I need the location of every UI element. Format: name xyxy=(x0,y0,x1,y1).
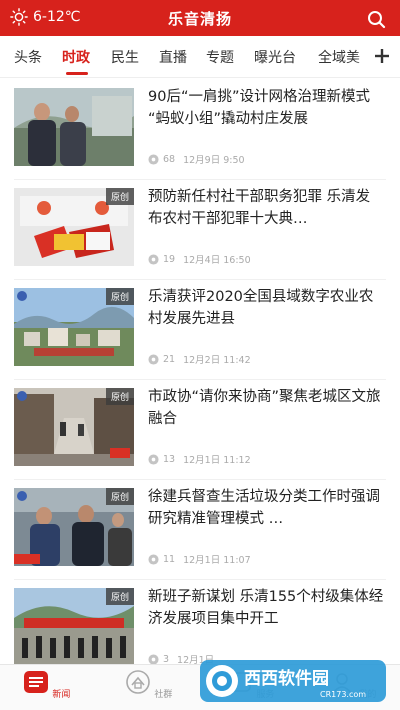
view-count: 19 xyxy=(163,253,176,265)
tab-topics[interactable]: 专题 xyxy=(206,47,234,67)
news-meta: 19 12月4日 16:50 xyxy=(148,252,251,266)
tab-live[interactable]: 直播 xyxy=(159,47,187,67)
news-thumbnail xyxy=(14,88,134,166)
news-item[interactable]: 原创 市政协“请你来协商”聚焦老城区文旅融合 13 12月1日 11:12 xyxy=(0,380,400,480)
news-thumbnail: 原创 xyxy=(14,288,134,366)
active-tab-indicator xyxy=(66,72,88,75)
eye-icon xyxy=(148,253,159,265)
publish-time: 12月9日 9:50 xyxy=(183,155,245,166)
tab-politics[interactable]: 时政 xyxy=(62,47,90,67)
watermark-logo: 西西软件园 CR173.com xyxy=(200,660,386,702)
app-header: 6-12℃ 乐音清扬 xyxy=(0,0,400,36)
original-badge: 原创 xyxy=(105,588,134,605)
news-item[interactable]: 90后“一肩挑”设计网格治理新模式 “蚂蚁小组”撬动村庄发展 68 12月9日 … xyxy=(0,80,400,180)
news-title: 乐清获评2020全国县域数字农业农村发展先进县 xyxy=(148,289,374,327)
news-meta: 11 12月1日 11:07 xyxy=(148,552,251,566)
eye-icon xyxy=(148,553,159,565)
news-title: 新班子新谋划 乐清155个村级集体经济发展项目集中开工 xyxy=(148,589,384,627)
svg-text:CR173.com: CR173.com xyxy=(320,690,366,699)
tab-livelihood[interactable]: 民生 xyxy=(111,47,139,67)
nav-label: 社群 xyxy=(154,690,173,700)
view-count: 21 xyxy=(163,353,176,365)
original-badge: 原创 xyxy=(105,288,134,305)
eye-icon xyxy=(148,653,159,665)
original-badge: 原创 xyxy=(105,188,134,205)
news-title: 预防新任村社干部职务犯罪 乐清发布农村干部犯罪十大典… xyxy=(148,189,371,227)
news-meta: 68 12月9日 9:50 xyxy=(148,152,245,166)
original-badge: 原创 xyxy=(105,388,134,405)
eye-icon xyxy=(148,353,159,365)
publish-time: 12月4日 16:50 xyxy=(183,255,251,266)
news-icon xyxy=(23,671,48,693)
news-thumbnail: 原创 xyxy=(14,588,134,666)
original-badge: 原创 xyxy=(105,488,134,505)
news-title: 90后“一肩挑”设计网格治理新模式 “蚂蚁小组”撬动村庄发展 xyxy=(148,89,370,127)
community-icon xyxy=(125,670,150,694)
category-tabs: 头条 时政 民生 直播 专题 曝光台 全域美 xyxy=(0,36,400,78)
news-item[interactable]: 原创 预防新任村社干部职务犯罪 乐清发布农村干部犯罪十大典… 19 12月4日 … xyxy=(0,180,400,280)
news-meta: 21 12月2日 11:42 xyxy=(148,352,251,366)
view-count: 68 xyxy=(163,153,176,165)
view-count: 11 xyxy=(163,553,176,565)
news-thumbnail: 原创 xyxy=(14,188,134,266)
nav-community[interactable]: 社群 xyxy=(118,669,178,700)
add-channel-icon[interactable] xyxy=(372,46,392,66)
view-count: 3 xyxy=(163,653,170,665)
news-thumbnail: 原创 xyxy=(14,388,134,466)
tab-exposure[interactable]: 曝光台 xyxy=(254,47,296,67)
news-meta: 13 12月1日 11:12 xyxy=(148,452,251,466)
publish-time: 12月1日 11:12 xyxy=(183,455,251,466)
eye-icon xyxy=(148,453,159,465)
nav-label: 新闻 xyxy=(52,690,71,700)
news-title: 徐建兵督查生活垃圾分类工作时强调 研究精准管理模式 … xyxy=(148,489,380,527)
nav-news[interactable]: 新闻 xyxy=(16,669,76,700)
svg-text:西西软件园: 西西软件园 xyxy=(244,668,329,689)
news-item[interactable]: 原创 乐清获评2020全国县域数字农业农村发展先进县 21 12月2日 11:4… xyxy=(0,280,400,380)
news-thumbnail: 原创 xyxy=(14,488,134,566)
view-count: 13 xyxy=(163,453,176,465)
eye-icon xyxy=(148,153,159,165)
news-title: 市政协“请你来协商”聚焦老城区文旅融合 xyxy=(148,389,381,427)
app-title: 乐音清扬 xyxy=(167,10,232,28)
publish-time: 12月1日 11:07 xyxy=(183,555,251,566)
tab-fade xyxy=(354,36,372,77)
news-item[interactable]: 原创 徐建兵督查生活垃圾分类工作时强调 研究精准管理模式 … 11 12月1日 … xyxy=(0,480,400,580)
publish-time: 12月2日 11:42 xyxy=(183,355,251,366)
search-icon[interactable] xyxy=(366,9,386,29)
tab-headline[interactable]: 头条 xyxy=(14,47,42,67)
